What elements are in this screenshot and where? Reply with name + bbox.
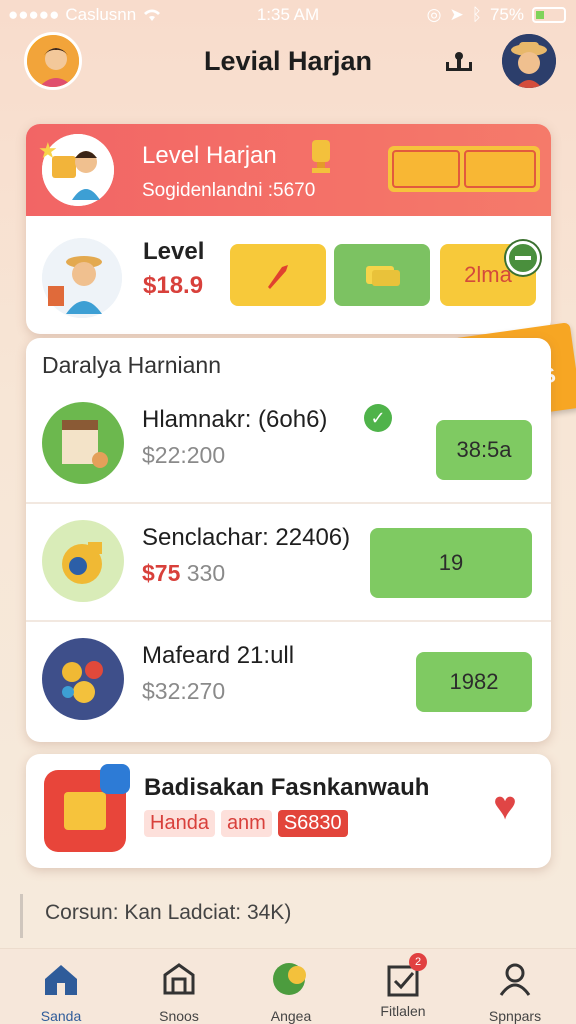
collapse-button[interactable] — [506, 241, 540, 275]
promo-tag: anm — [220, 810, 272, 837]
item-icon-box — [42, 402, 124, 484]
clock-badge-icon — [100, 764, 130, 794]
nav-item-tasks[interactable]: 2 Fitlalen — [348, 953, 458, 1019]
promo-icon — [44, 764, 130, 852]
item-price: $22:200 — [142, 442, 226, 468]
nav-label: Fitlalen — [380, 1003, 426, 1019]
chat-icon — [273, 963, 306, 995]
toy-icon — [62, 661, 103, 703]
nav-item-chat[interactable]: Angea — [236, 959, 346, 1024]
location-icon: ➤ — [449, 5, 464, 24]
level-portrait-image — [42, 238, 122, 318]
item-price-old: 330 — [186, 560, 226, 586]
list-item[interactable]: Mafeard 21:ull $32:270 1982 — [26, 622, 551, 740]
powerup-tile-rocket[interactable] — [230, 244, 326, 306]
player-subtitle: Sogidenlandni :5670 — [142, 180, 316, 201]
item-icon-camera — [42, 520, 124, 602]
note-icon — [64, 792, 106, 830]
promo-price-tag: S6830 — [277, 810, 348, 837]
battery-percent: 75% — [489, 5, 524, 24]
profile-avatar-image — [502, 34, 556, 88]
cash-icon — [366, 266, 400, 286]
nav-item-profile[interactable]: Spnpars — [460, 959, 570, 1024]
promo-card[interactable]: Badisakan Fasnkanwauh Handa anm S6830 ♥ — [26, 754, 551, 868]
nav-item-store[interactable]: Snoos — [124, 959, 234, 1024]
level-price: $18.9 — [143, 272, 204, 299]
trophy-icon — [312, 140, 330, 173]
deals-heading: Daralya Harniann — [42, 352, 221, 378]
store-icon — [163, 963, 195, 995]
item-buy-button[interactable]: 1982 — [416, 652, 532, 712]
alarm-icon: ◎ — [426, 5, 442, 24]
list-item[interactable]: Hlamnakr: (6oh6) ✓ $22:200 38:5a — [26, 386, 551, 504]
item-name: Hlamnakr: (6oh6) — [142, 406, 328, 433]
nav-item-home[interactable]: Sanda — [6, 959, 116, 1024]
promo-name: Badisakan Fasnkanwauh — [144, 774, 430, 801]
bluetooth-icon: ᛒ — [471, 5, 482, 24]
item-icon-toy — [42, 638, 124, 720]
level-portrait — [42, 238, 122, 318]
item-buy-button[interactable]: 19 — [370, 528, 532, 598]
status-right: ◎ ➤ ᛒ 75% — [427, 5, 566, 25]
page-title: Levial Harjan — [203, 46, 373, 76]
tasks-icon-wrap: 2 — [383, 953, 427, 999]
status-bar: ●●●●● Caslusnn 1:35 AM ◎ ➤ ᛒ 75% — [0, 0, 576, 30]
reward-chip-coin[interactable] — [464, 150, 536, 188]
share-icon[interactable] — [442, 50, 476, 76]
level-label: Level — [143, 238, 205, 265]
list-item[interactable]: Senclachar: 22406) + $75 330 19 — [26, 504, 551, 622]
item-name: Senclachar: 22406) — [142, 524, 351, 551]
camera-icon — [62, 542, 102, 584]
level-row: Level $18.9 2lma — [26, 216, 551, 334]
nav-label: Angea — [270, 1008, 312, 1024]
nav-label: Spnpars — [488, 1008, 542, 1024]
counter-text: Corsun: Kan Ladciat: 34K) — [20, 894, 291, 938]
item-price-now: $75 — [142, 560, 181, 586]
item-price: $32:270 — [142, 678, 226, 704]
reward-chips — [388, 146, 540, 192]
promo-tag: Handa — [144, 810, 215, 837]
item-price: $75 330 — [142, 560, 225, 587]
box-icon — [62, 420, 108, 468]
nav-label: Snoos — [159, 1008, 199, 1024]
reward-chip-gift[interactable] — [392, 150, 460, 188]
level-card[interactable]: ★ Level Harjan Sogidenlandni :5670 Level… — [26, 124, 551, 334]
nav-label: Sanda — [40, 1008, 82, 1024]
player-name: Level Harjan — [142, 142, 277, 169]
app-header: Levial Harjan — [0, 32, 576, 94]
level-banner: ★ Level Harjan Sogidenlandni :5670 — [26, 124, 551, 216]
favorite-heart-icon[interactable]: ♥ — [483, 784, 527, 828]
verified-check-icon: ✓ — [364, 404, 392, 432]
bottom-nav: Sanda Snoos Angea 2 Fitlalen Spnpars — [0, 948, 576, 1024]
profile-icon — [499, 963, 531, 996]
notification-badge: 2 — [409, 953, 427, 971]
deals-list-card: Daralya Harniann Hlamnakr: (6oh6) ✓ $22:… — [26, 338, 551, 742]
item-buy-button[interactable]: 38:5a — [436, 420, 532, 480]
item-name: Mafeard 21:ull — [142, 642, 295, 669]
rocket-icon — [268, 265, 288, 289]
home-icon — [45, 965, 77, 995]
powerup-tile-cash[interactable] — [334, 244, 430, 306]
battery-icon — [532, 7, 566, 23]
star-icon: ★ — [38, 138, 58, 163]
promo-tags: Handa anm S6830 — [144, 810, 348, 837]
profile-avatar[interactable] — [502, 34, 556, 88]
